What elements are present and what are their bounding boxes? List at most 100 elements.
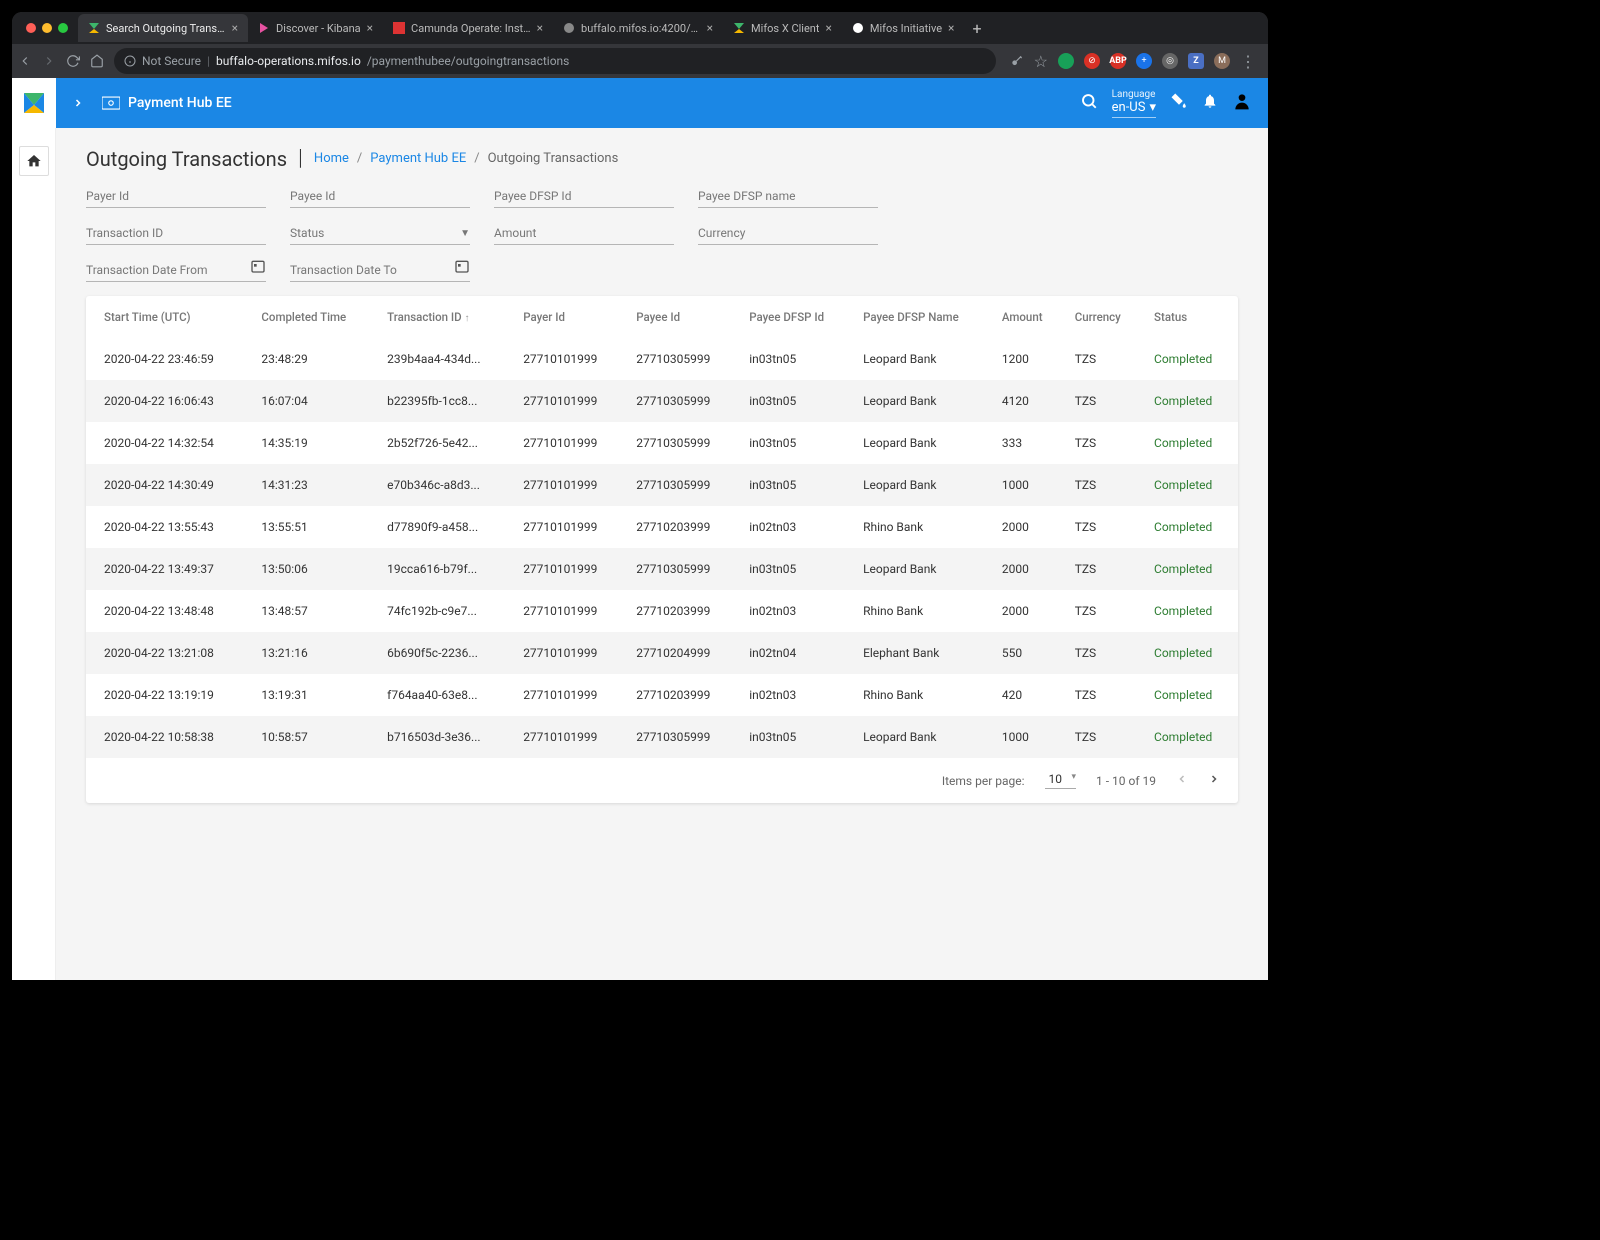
status-field[interactable]: Status▼ <box>290 226 470 245</box>
close-tab-button[interactable]: × <box>948 21 954 35</box>
tab-title: Camunda Operate: Instan <box>411 22 531 35</box>
col-completed-time[interactable]: Completed Time <box>251 296 377 338</box>
home-button[interactable] <box>90 54 106 68</box>
col-payer-id[interactable]: Payer Id <box>513 296 626 338</box>
paint-icon <box>1170 92 1188 110</box>
tab-title: Search Outgoing Transac <box>106 22 226 35</box>
window-controls[interactable] <box>16 23 78 33</box>
maximize-window-icon[interactable] <box>58 23 68 33</box>
menu-icon[interactable]: ⋮ <box>1240 52 1256 71</box>
tab-title: Mifos Initiative <box>870 22 942 35</box>
theme-button[interactable] <box>1170 92 1188 114</box>
url-input[interactable]: Not Secure | buffalo-operations.mifos.io… <box>114 48 996 74</box>
close-tab-button[interactable]: × <box>707 21 713 35</box>
table-row[interactable]: 2020-04-22 10:58:38 10:58:57 b716503d-3e… <box>86 716 1238 758</box>
minimize-window-icon[interactable] <box>42 23 52 33</box>
favicon-icon <box>852 22 864 34</box>
transaction-id-field[interactable]: Transaction ID <box>86 226 266 245</box>
col-currency[interactable]: Currency <box>1065 296 1144 338</box>
ext-icon[interactable]: ⊘ <box>1084 53 1100 69</box>
payee-dfsp-id-field[interactable]: Payee DFSP Id <box>494 189 674 208</box>
table-row[interactable]: 2020-04-22 14:32:54 14:35:19 2b52f726-5e… <box>86 422 1238 464</box>
close-tab-button[interactable]: × <box>825 21 831 35</box>
user-menu-button[interactable] <box>1232 91 1252 115</box>
tab-title: Mifos X Client <box>751 22 819 35</box>
back-button[interactable] <box>18 54 34 68</box>
breadcrumb-home[interactable]: Home <box>314 151 349 166</box>
browser-tab[interactable]: Search Outgoing Transac × <box>78 14 248 42</box>
url-path: /paymenthubee/outgoingtransactions <box>367 54 570 68</box>
table-row[interactable]: 2020-04-22 23:46:59 23:48:29 239b4aa4-43… <box>86 338 1238 380</box>
browser-tab[interactable]: Mifos Initiative × <box>842 14 965 42</box>
prev-page-button[interactable] <box>1176 773 1188 788</box>
browser-extensions: ☆ ⊘ ABP + ◎ Z M ⋮ <box>1004 52 1262 71</box>
transactions-table: Start Time (UTC) Completed Time Transact… <box>86 296 1238 758</box>
favicon-icon <box>88 22 100 34</box>
close-tab-button[interactable]: × <box>367 21 373 35</box>
ext-icon[interactable]: + <box>1136 53 1152 69</box>
new-tab-button[interactable]: + <box>964 19 989 38</box>
sidebar-home-button[interactable] <box>19 146 49 176</box>
payee-id-field[interactable]: Payee Id <box>290 189 470 208</box>
next-page-button[interactable] <box>1208 773 1220 788</box>
sidebar-toggle-button[interactable] <box>72 94 84 113</box>
col-payee-id[interactable]: Payee Id <box>626 296 739 338</box>
date-to-field[interactable]: Transaction Date To <box>290 263 470 282</box>
date-from-field[interactable]: Transaction Date From <box>86 263 266 282</box>
status-badge: Completed <box>1144 716 1238 758</box>
col-payee-dfsp-name[interactable]: Payee DFSP Name <box>853 296 992 338</box>
tab-title: Discover - Kibana <box>276 22 361 35</box>
calendar-icon <box>454 258 470 278</box>
table-paginator: Items per page: 10 1 - 10 of 19 <box>86 758 1238 803</box>
browser-tab[interactable]: Discover - Kibana × <box>248 14 383 42</box>
profile-avatar[interactable]: M <box>1214 53 1230 69</box>
browser-tab-bar: Search Outgoing Transac×Discover - Kiban… <box>12 12 1268 44</box>
status-badge: Completed <box>1144 632 1238 674</box>
key-icon[interactable] <box>1010 54 1024 68</box>
close-tab-button[interactable]: × <box>232 21 238 35</box>
col-payee-dfsp-id[interactable]: Payee DFSP Id <box>739 296 853 338</box>
table-row[interactable]: 2020-04-22 13:19:19 13:19:31 f764aa40-63… <box>86 674 1238 716</box>
table-row[interactable]: 2020-04-22 13:55:43 13:55:51 d77890f9-a4… <box>86 506 1238 548</box>
ext-icon[interactable] <box>1058 53 1074 69</box>
amount-field[interactable]: Amount <box>494 226 674 245</box>
forward-button[interactable] <box>42 54 58 68</box>
col-status[interactable]: Status <box>1144 296 1238 338</box>
payee-dfsp-name-field[interactable]: Payee DFSP name <box>698 189 878 208</box>
table-row[interactable]: 2020-04-22 13:48:48 13:48:57 74fc192b-c9… <box>86 590 1238 632</box>
ext-z-icon[interactable]: Z <box>1188 53 1204 69</box>
breadcrumb-hub[interactable]: Payment Hub EE <box>370 151 466 166</box>
currency-field[interactable]: Currency <box>698 226 878 245</box>
ext-icon[interactable]: ◎ <box>1162 53 1178 69</box>
browser-tab[interactable]: Mifos X Client × <box>723 14 842 42</box>
col-start-time[interactable]: Start Time (UTC) <box>86 296 251 338</box>
table-row[interactable]: 2020-04-22 13:49:37 13:50:06 19cca616-b7… <box>86 548 1238 590</box>
not-secure-label: Not Secure <box>142 54 201 68</box>
payer-id-field[interactable]: Payer Id <box>86 189 266 208</box>
transactions-table-card: Start Time (UTC) Completed Time Transact… <box>86 296 1238 803</box>
page-range-label: 1 - 10 of 19 <box>1096 774 1156 788</box>
calendar-icon <box>250 258 266 278</box>
table-row[interactable]: 2020-04-22 14:30:49 14:31:23 e70b346c-a8… <box>86 464 1238 506</box>
table-row[interactable]: 2020-04-22 16:06:43 16:07:04 b22395fb-1c… <box>86 380 1238 422</box>
tab-title: buffalo.mifos.io:4200/cu <box>581 22 701 35</box>
items-per-page-select[interactable]: 10 <box>1045 772 1077 789</box>
app-logo[interactable] <box>12 78 56 128</box>
star-icon[interactable]: ☆ <box>1034 52 1048 71</box>
table-row[interactable]: 2020-04-22 13:21:08 13:21:16 6b690f5c-22… <box>86 632 1238 674</box>
col-amount[interactable]: Amount <box>992 296 1065 338</box>
close-tab-button[interactable]: × <box>537 21 543 35</box>
chevron-down-icon: ▾ <box>1149 100 1156 115</box>
notifications-button[interactable] <box>1202 93 1218 113</box>
search-button[interactable] <box>1080 92 1098 114</box>
reload-button[interactable] <box>66 54 82 68</box>
browser-tab[interactable]: buffalo.mifos.io:4200/cu × <box>553 14 723 42</box>
items-per-page-label: Items per page: <box>942 774 1025 788</box>
close-window-icon[interactable] <box>26 23 36 33</box>
sort-asc-icon: ↑ <box>465 313 470 324</box>
browser-tab[interactable]: Camunda Operate: Instan × <box>383 14 553 42</box>
col-transaction-id[interactable]: Transaction ID ↑ <box>377 296 513 338</box>
status-badge: Completed <box>1144 674 1238 716</box>
language-selector[interactable]: Language en-US ▾ <box>1112 89 1156 118</box>
abp-icon[interactable]: ABP <box>1110 53 1126 69</box>
